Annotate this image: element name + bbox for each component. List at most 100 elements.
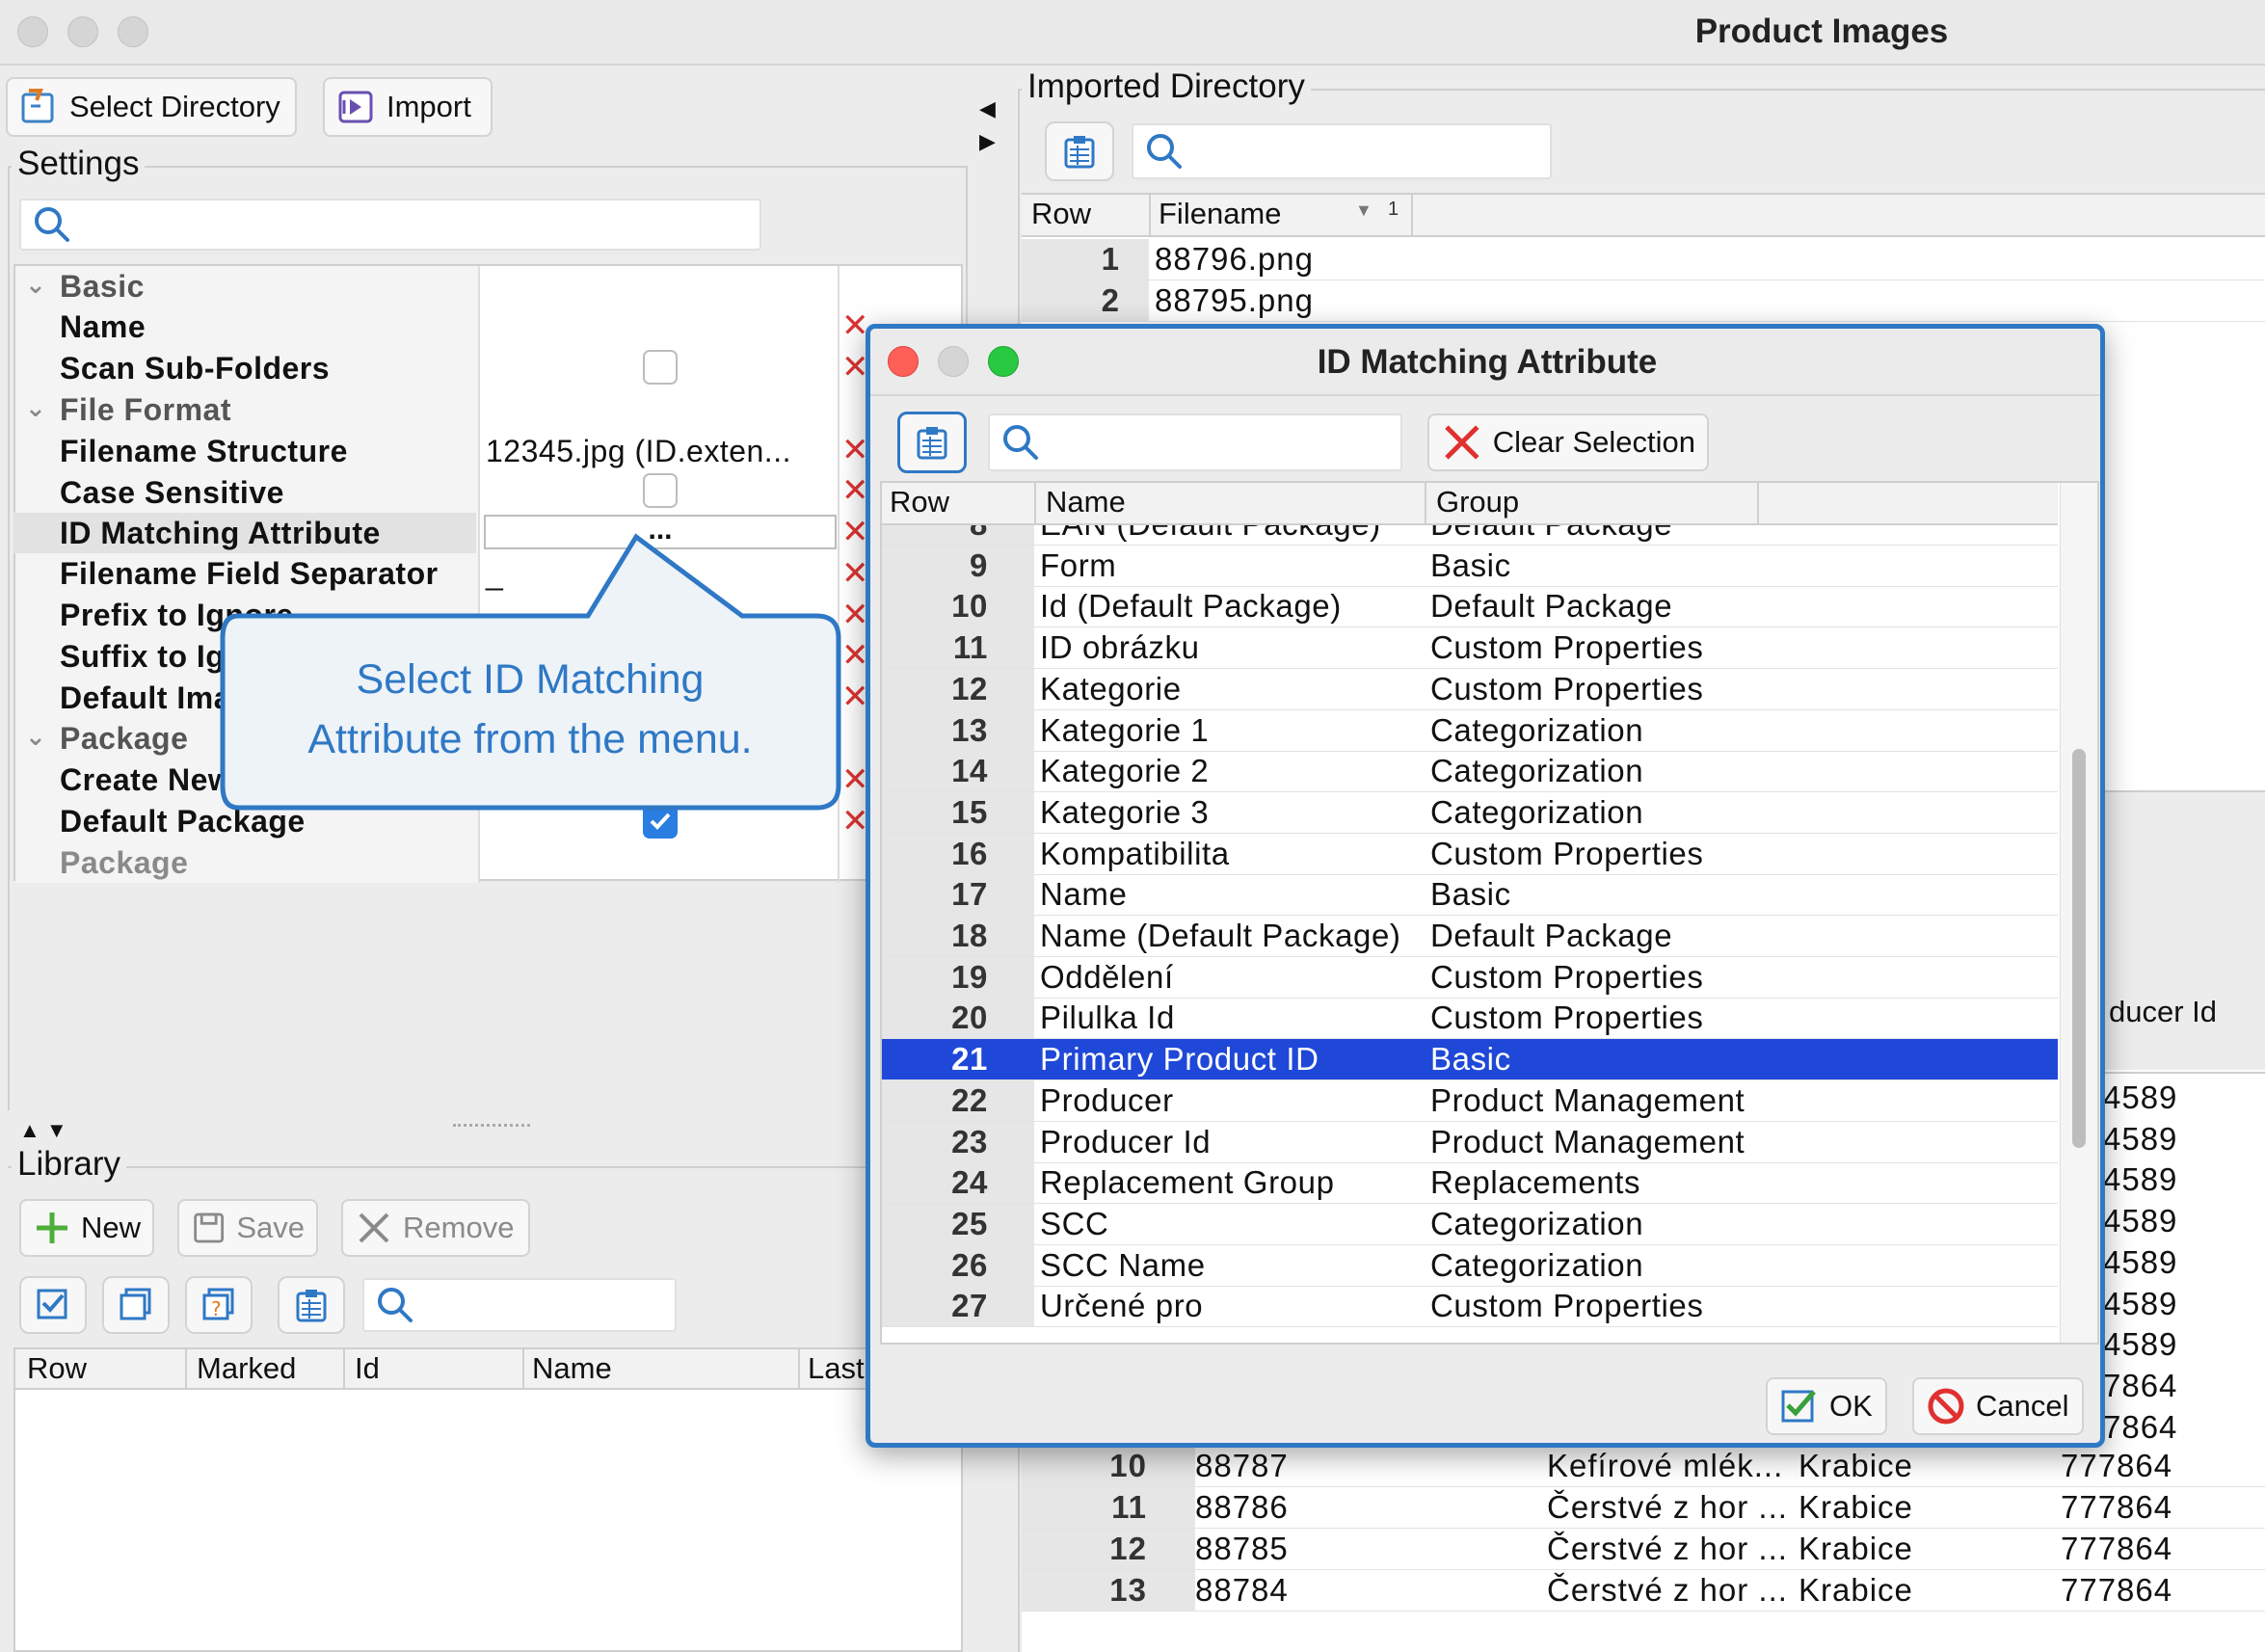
settings-search-input[interactable]	[19, 199, 761, 251]
property-name[interactable]: Name	[13, 306, 963, 347]
header-divider	[185, 1349, 187, 1390]
library-search-input[interactable]	[362, 1278, 677, 1332]
imported-search-input[interactable]	[1132, 123, 1552, 179]
folder-select-icon	[21, 89, 54, 123]
table-row[interactable]: 2 88795.png	[1022, 280, 2265, 322]
category-file-format[interactable]: ⌄ File Format	[13, 389, 963, 430]
check-all-button[interactable]	[19, 1276, 87, 1334]
toggle-marks-button[interactable]: ?	[185, 1276, 253, 1334]
attribute-row[interactable]: 22 Producer Product Management	[882, 1079, 2058, 1122]
imported-columns-button[interactable]	[1045, 121, 1114, 181]
select-directory-button[interactable]: Select Directory	[6, 77, 297, 137]
select-directory-label: Select Directory	[69, 90, 280, 123]
main-window: Product Images Select Directory Import S…	[0, 0, 2265, 1652]
attribute-row[interactable]: 20 Pilulka Id Custom Properties	[882, 998, 2058, 1040]
attribute-row[interactable]: 26 SCC Name Categorization	[882, 1244, 2058, 1287]
uncheck-all-button[interactable]	[102, 1276, 170, 1334]
id-cell: 88787	[1195, 1448, 1289, 1483]
attribute-row[interactable]: 18 Name (Default Package) Default Package	[882, 916, 2058, 957]
attribute-row[interactable]: 15 Kategorie 3 Categorization	[882, 791, 2058, 834]
import-button[interactable]: Import	[323, 77, 493, 137]
attribute-row[interactable]: 27 Určené pro Custom Properties	[882, 1286, 2058, 1328]
search-icon	[1147, 134, 1182, 169]
attribute-group-cell: Basic	[1430, 1041, 1511, 1078]
attribute-row[interactable]: 17 Name Basic	[882, 874, 2058, 917]
producer-id-cell: 4589	[2103, 1079, 2178, 1115]
table-columns-button[interactable]	[278, 1276, 345, 1334]
attribute-row[interactable]: 21 Primary Product ID Basic	[882, 1039, 2058, 1081]
table-row[interactable]: 1 88796.png	[1022, 239, 2265, 280]
column-header-row[interactable]: Row	[890, 483, 949, 521]
remove-button[interactable]: Remove	[341, 1199, 530, 1257]
attribute-row[interactable]: 23 Producer Id Product Management	[882, 1121, 2058, 1163]
property-package[interactable]: Package	[13, 842, 963, 883]
minimize-window-button[interactable]	[67, 16, 98, 47]
clear-selection-button[interactable]: Clear Selection	[1427, 413, 1709, 471]
case-sensitive-checkbox[interactable]	[643, 473, 678, 508]
table-row[interactable]: 10 88787 Kefírové mlék... Krabice 777864	[1022, 1446, 2265, 1487]
column-header-id[interactable]: Id	[355, 1349, 380, 1388]
dialog-minimize-button[interactable]	[938, 346, 969, 377]
table-row[interactable]: 11 88786 Čerstvé z hor ... Krabice 77786…	[1022, 1487, 2265, 1529]
cancel-button[interactable]: Cancel	[1912, 1377, 2084, 1435]
column-header-marked[interactable]: Marked	[197, 1349, 296, 1388]
close-window-button[interactable]	[17, 16, 48, 47]
column-header-row[interactable]: Row	[27, 1349, 87, 1388]
column-header-name[interactable]: Name	[532, 1349, 612, 1388]
category-basic[interactable]: ⌄ Basic	[13, 266, 963, 306]
import-icon	[338, 91, 373, 123]
attribute-row[interactable]: 16 Kompatibilita Custom Properties	[882, 833, 2058, 875]
table-row[interactable]: 13 88784 Čerstvé z hor ... Krabice 77786…	[1022, 1570, 2265, 1612]
attribute-row[interactable]: 24 Replacement Group Replacements	[882, 1162, 2058, 1205]
pack-cell: Krabice	[1799, 1489, 1913, 1525]
column-header-producer-id[interactable]: ducer Id	[2109, 995, 2217, 1029]
filename-structure-value[interactable]: 12345.jpg (ID.exten...	[486, 431, 791, 471]
product-table-header-area: ducer Id	[2101, 790, 2265, 1070]
id-cell: 88784	[1195, 1572, 1289, 1608]
dialog-close-button[interactable]	[888, 346, 919, 377]
header-divider	[798, 1349, 800, 1390]
column-header-row[interactable]: Row	[1031, 195, 1091, 233]
producer-id-cell: 4589	[2103, 1203, 2178, 1239]
column-header-name[interactable]: Name	[1046, 483, 1126, 521]
attribute-row[interactable]: 13 Kategorie 1 Categorization	[882, 709, 2058, 752]
new-button[interactable]: New	[19, 1199, 154, 1257]
save-button[interactable]: Save	[177, 1199, 318, 1257]
collapse-arrows-icon[interactable]: ▲ ▼	[19, 1118, 67, 1143]
table-row[interactable]: 12 88785 Čerstvé z hor ... Krabice 77786…	[1022, 1529, 2265, 1570]
property-filename-structure[interactable]: Filename Structure 12345.jpg (ID.exten..…	[13, 431, 963, 471]
dialog-search-input[interactable]	[988, 413, 1402, 471]
zoom-window-button[interactable]	[118, 16, 148, 47]
scan-sub-folders-checkbox[interactable]	[643, 350, 678, 385]
attribute-row[interactable]: 19 Oddělení Custom Properties	[882, 956, 2058, 999]
dialog-zoom-button[interactable]	[988, 346, 1019, 377]
scrollbar-track[interactable]	[2060, 483, 2097, 1343]
attribute-row[interactable]: 12 Kategorie Custom Properties	[882, 668, 2058, 710]
column-header-group[interactable]: Group	[1436, 483, 1519, 521]
dialog-columns-button[interactable]	[897, 412, 967, 473]
ok-button[interactable]: OK	[1766, 1377, 1887, 1435]
clipboard-table-icon	[296, 1290, 327, 1322]
property-case-sensitive[interactable]: Case Sensitive	[13, 472, 963, 513]
remove-label: Remove	[403, 1211, 515, 1244]
clipboard-table-icon	[1064, 136, 1095, 169]
attribute-group-cell: Custom Properties	[1430, 958, 1704, 995]
plus-icon	[36, 1212, 67, 1243]
attribute-row[interactable]: 10 Id (Default Package) Default Package	[882, 586, 2058, 628]
attribute-row[interactable]: 11 ID obrázku Custom Properties	[882, 627, 2058, 670]
attribute-row[interactable]: 14 Kategorie 2 Categorization	[882, 751, 2058, 793]
splitter-arrows-icon[interactable]: ◀ ▶	[979, 93, 996, 158]
save-label: Save	[236, 1211, 305, 1244]
property-scan-sub-folders[interactable]: Scan Sub-Folders	[13, 348, 963, 388]
clear-selection-label: Clear Selection	[1492, 425, 1695, 459]
producer-id-cell: 7864	[2103, 1409, 2178, 1445]
attribute-row[interactable]: 25 SCC Categorization	[882, 1203, 2058, 1245]
product-table-bottom: 10 88787 Kefírové mlék... Krabice 777864…	[1022, 1446, 2265, 1652]
imported-table-header: Row Filename ▼ 1	[1022, 195, 2265, 237]
attribute-group-cell: Replacements	[1430, 1164, 1641, 1201]
column-header-filename[interactable]: Filename	[1159, 195, 1282, 233]
column-header-last[interactable]: Last	[808, 1349, 865, 1388]
scrollbar-thumb[interactable]	[2072, 749, 2086, 1148]
attribute-row[interactable]: 9 Form Basic	[882, 545, 2058, 587]
splitter-handle[interactable]	[453, 1124, 530, 1127]
